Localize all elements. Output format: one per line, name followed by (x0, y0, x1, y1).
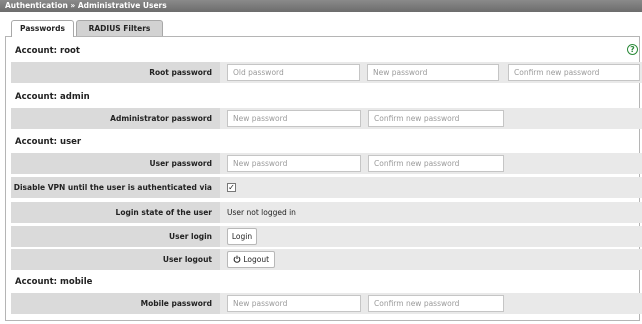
user-password-label: User password (11, 153, 220, 174)
root-password-label: Root password (11, 62, 220, 83)
admin-confirm-password-input[interactable]: Confirm new password (368, 110, 504, 127)
tab-radius-filters[interactable]: RADIUS Filters (76, 20, 163, 36)
row-user-password: User password New password Confirm new p… (11, 153, 642, 174)
section-title-user: Account: user (15, 137, 82, 147)
row-mobile-password: Mobile password New password Confirm new… (11, 293, 642, 314)
login-button[interactable]: Login (227, 228, 257, 245)
user-logout-label: User logout (11, 249, 220, 270)
row-login-state: Login state of the user User not logged … (11, 202, 642, 223)
help-icon[interactable]: ? (627, 44, 638, 55)
row-admin-password: Administrator password New password Conf… (11, 108, 642, 129)
login-state-label: Login state of the user (11, 202, 220, 223)
row-root-password: Root password Old password New password … (11, 62, 642, 83)
mobile-new-password-input[interactable]: New password (227, 295, 361, 312)
login-state-value: User not logged in (227, 208, 296, 217)
user-new-password-input[interactable]: New password (227, 155, 361, 172)
window-title: Authentication » Administrative Users (0, 0, 642, 12)
admin-new-password-input[interactable]: New password (227, 110, 361, 127)
mobile-confirm-password-input[interactable]: Confirm new password (368, 295, 504, 312)
user-confirm-password-input[interactable]: Confirm new password (368, 155, 504, 172)
root-old-password-input[interactable]: Old password (227, 64, 360, 81)
user-login-label: User login (11, 226, 220, 247)
disable-vpn-checkbox[interactable]: ✓ (227, 183, 236, 192)
row-disable-vpn: Disable VPN until the user is authentica… (11, 177, 642, 213)
logout-button-label: Logout (243, 255, 270, 264)
disable-vpn-label: Disable VPN until the user is authentica… (11, 177, 220, 213)
row-user-logout: User logout Logout (11, 249, 642, 270)
row-user-login: User login Login (11, 226, 642, 247)
logout-button[interactable]: Logout (227, 251, 275, 268)
mobile-password-label: Mobile password (11, 293, 220, 314)
power-icon (233, 255, 241, 263)
section-title-admin: Account: admin (15, 92, 90, 102)
tab-passwords[interactable]: Passwords (11, 20, 74, 37)
admin-password-label: Administrator password (11, 108, 220, 129)
section-title-mobile: Account: mobile (15, 277, 93, 287)
section-title-root: Account: root (15, 46, 80, 56)
root-new-password-input[interactable]: New password (367, 64, 499, 81)
root-confirm-password-input[interactable]: Confirm new password (508, 64, 640, 81)
